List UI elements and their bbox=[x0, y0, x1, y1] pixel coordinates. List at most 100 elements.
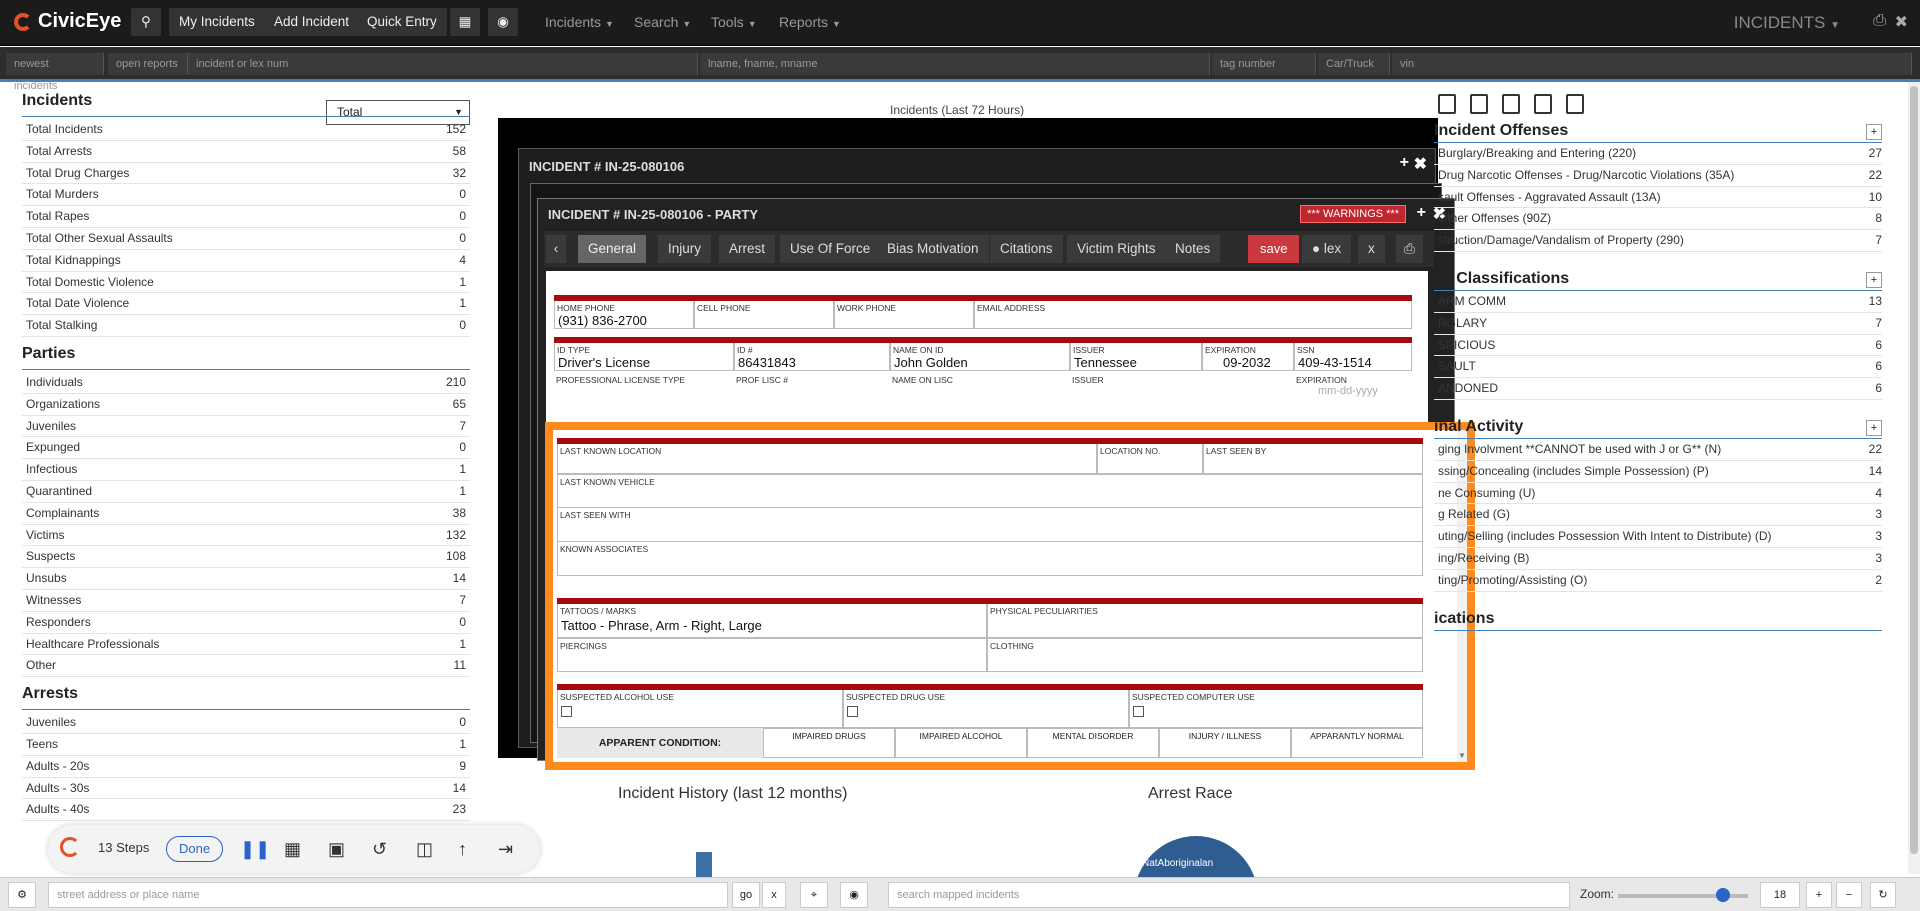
zoom-out-button[interactable]: − bbox=[1836, 882, 1862, 908]
map-pin-icon[interactable]: ◉ bbox=[840, 882, 868, 908]
user-button[interactable]: ● lex bbox=[1302, 235, 1352, 263]
stat-row[interactable]: sault Offenses - Aggravated Assault (13A… bbox=[1434, 187, 1882, 209]
stat-row[interactable]: ging Involvment **CANNOT be used with J … bbox=[1434, 439, 1882, 461]
stat-row[interactable]: uting/Selling (includes Possession With … bbox=[1434, 526, 1882, 548]
tab-victim-rights[interactable]: Victim Rights bbox=[1067, 235, 1166, 263]
done-button[interactable]: Done bbox=[166, 836, 224, 862]
gear-icon[interactable]: ⚙ bbox=[8, 882, 36, 908]
tab-injury[interactable]: Injury bbox=[658, 235, 712, 263]
stat-row[interactable]: SAULT 6 bbox=[1434, 356, 1882, 379]
calendar-button[interactable]: ▦ bbox=[450, 8, 480, 36]
stat-row[interactable]: ing/Receiving (B) 3 bbox=[1434, 548, 1882, 570]
back-chevron-icon[interactable]: ‹ bbox=[546, 235, 566, 263]
stat-row[interactable]: Total Other Sexual Assaults 0 bbox=[22, 228, 470, 250]
stat-row[interactable]: Total Kidnappings 4 bbox=[22, 250, 470, 272]
stat-row[interactable]: Total Drug Charges 32 bbox=[22, 163, 470, 185]
id-number-field[interactable]: 86431843 bbox=[738, 355, 796, 370]
pause-icon[interactable]: ❚❚ bbox=[240, 839, 270, 860]
stat-row[interactable]: Unsubs 14 bbox=[22, 568, 470, 590]
stat-row[interactable]: ne Consuming (U) 4 bbox=[1434, 483, 1882, 505]
computer-checkbox[interactable] bbox=[1133, 706, 1144, 717]
go-button[interactable]: go bbox=[732, 882, 760, 908]
page-scrollbar[interactable] bbox=[1908, 82, 1920, 874]
stat-row[interactable]: Victims 132 bbox=[22, 525, 470, 547]
menu-search[interactable]: Search ▼ bbox=[634, 14, 691, 30]
expand-icon[interactable]: + bbox=[1400, 154, 1409, 172]
tab-citations[interactable]: Citations bbox=[990, 235, 1063, 263]
print-icon[interactable]: ⎙ bbox=[1396, 235, 1423, 263]
warnings-badge[interactable]: *** WARNINGS *** bbox=[1300, 205, 1406, 223]
map-pin-button[interactable]: ◉ bbox=[488, 8, 518, 36]
trash-icon[interactable]: ◫ bbox=[416, 839, 433, 860]
stat-row[interactable]: Total Arrests 58 bbox=[22, 141, 470, 163]
stat-row[interactable]: Drug Narcotic Offenses - Drug/Narcotic V… bbox=[1434, 165, 1882, 187]
my-incidents-button[interactable]: My Incidents bbox=[169, 8, 265, 36]
stat-row[interactable]: Juveniles 7 bbox=[22, 416, 470, 438]
app-logo[interactable]: CivicEye bbox=[14, 10, 121, 33]
add-icon[interactable]: + bbox=[1866, 419, 1882, 436]
stat-row[interactable]: Complainants 38 bbox=[22, 503, 470, 525]
print-icon[interactable]: ⎙ bbox=[1873, 12, 1886, 30]
document-icon[interactable] bbox=[1534, 94, 1552, 114]
crosshair-icon[interactable]: ⌖ bbox=[800, 882, 828, 908]
stat-row[interactable]: Infectious 1 bbox=[22, 459, 470, 481]
stat-row[interactable]: Witnesses 7 bbox=[22, 590, 470, 612]
stat-row[interactable]: Teens 1 bbox=[22, 734, 470, 756]
vin-input[interactable]: vin bbox=[1392, 53, 1912, 75]
stat-row[interactable]: RGLARY 7 bbox=[1434, 313, 1882, 335]
blur-icon[interactable]: ▦ bbox=[284, 839, 301, 860]
map-icon[interactable] bbox=[1502, 94, 1520, 114]
stat-row[interactable]: Total Incidents 152 bbox=[22, 119, 470, 141]
stat-row[interactable]: Juveniles 0 bbox=[22, 712, 470, 734]
zoom-level[interactable]: 18 bbox=[1760, 882, 1800, 908]
stat-row[interactable]: Individuals 210 bbox=[22, 372, 470, 394]
stat-row[interactable]: Total Stalking 0 bbox=[22, 315, 470, 337]
drug-checkbox[interactable] bbox=[847, 706, 858, 717]
home-phone-field[interactable]: (931) 836-2700 bbox=[558, 313, 647, 328]
close-icon[interactable]: ✖ bbox=[1414, 154, 1427, 174]
open-reports-link[interactable]: open reports bbox=[108, 53, 188, 75]
stat-row[interactable]: Burglary/Breaking and Entering (220) 27 bbox=[1434, 143, 1882, 165]
stat-row[interactable]: Adults - 20s 9 bbox=[22, 756, 470, 778]
tab-general[interactable]: General bbox=[578, 235, 647, 263]
arrow-up-icon[interactable]: ↑ bbox=[458, 839, 467, 860]
menu-incidents[interactable]: Incidents ▼ bbox=[545, 14, 614, 30]
refresh-icon[interactable]: ↻ bbox=[1870, 882, 1896, 908]
save-button[interactable]: save bbox=[1248, 235, 1300, 263]
quick-entry-button[interactable]: Quick Entry bbox=[357, 8, 447, 36]
tattoos-field[interactable]: Tattoo - Phrase, Arm - Right, Large bbox=[561, 618, 762, 633]
calendar-icon[interactable] bbox=[1470, 94, 1488, 114]
zoom-slider[interactable] bbox=[1618, 888, 1748, 902]
id-type-field[interactable]: Driver's License bbox=[558, 355, 650, 370]
ssn-field[interactable]: 409-43-1514 bbox=[1298, 355, 1372, 370]
mapped-incidents-input[interactable]: search mapped incidents bbox=[888, 882, 1570, 908]
tab-arrest[interactable]: Arrest bbox=[719, 235, 776, 263]
stat-row[interactable]: Suspects 108 bbox=[22, 546, 470, 569]
tab-notes[interactable]: Notes bbox=[1165, 235, 1221, 263]
clear-button[interactable]: x bbox=[762, 882, 786, 908]
calculator-icon[interactable] bbox=[1438, 94, 1456, 114]
stat-row[interactable]: ting/Promoting/Assisting (O) 2 bbox=[1434, 570, 1882, 592]
skip-end-icon[interactable]: ⇥ bbox=[498, 839, 513, 860]
stat-row[interactable]: Healthcare Professionals 1 bbox=[22, 634, 470, 656]
expand-icon[interactable]: + bbox=[1417, 204, 1426, 222]
condition-option[interactable]: INJURY / ILLNESS bbox=[1159, 728, 1291, 758]
search-button[interactable]: ⚲ bbox=[131, 8, 161, 36]
name-input[interactable]: lname, fname, mname bbox=[700, 53, 1210, 75]
undo-icon[interactable]: ↺ bbox=[372, 839, 387, 860]
tag-number-input[interactable]: tag number bbox=[1212, 53, 1316, 75]
add-incident-button[interactable]: Add Incident bbox=[264, 8, 360, 36]
stat-row[interactable]: Expunged 0 bbox=[22, 437, 470, 460]
book-icon[interactable] bbox=[1566, 94, 1584, 114]
stat-row[interactable]: ssing/Concealing (includes Simple Posses… bbox=[1434, 461, 1882, 483]
condition-option[interactable]: IMPAIRED DRUGS bbox=[763, 728, 895, 758]
stat-row[interactable]: Total Domestic Violence 1 bbox=[22, 272, 470, 294]
stat-row[interactable]: Responders 0 bbox=[22, 612, 470, 634]
zoom-in-button[interactable]: + bbox=[1806, 882, 1832, 908]
stat-row[interactable]: Quarantined 1 bbox=[22, 481, 470, 503]
stat-row[interactable]: SPICIOUS 6 bbox=[1434, 335, 1882, 357]
stat-row[interactable]: ARM COMM 13 bbox=[1434, 291, 1882, 313]
add-icon[interactable]: + bbox=[1866, 124, 1882, 140]
stat-row[interactable]: Total Date Violence 1 bbox=[22, 293, 470, 316]
tab-use-of-force[interactable]: Use Of Force bbox=[780, 235, 881, 263]
